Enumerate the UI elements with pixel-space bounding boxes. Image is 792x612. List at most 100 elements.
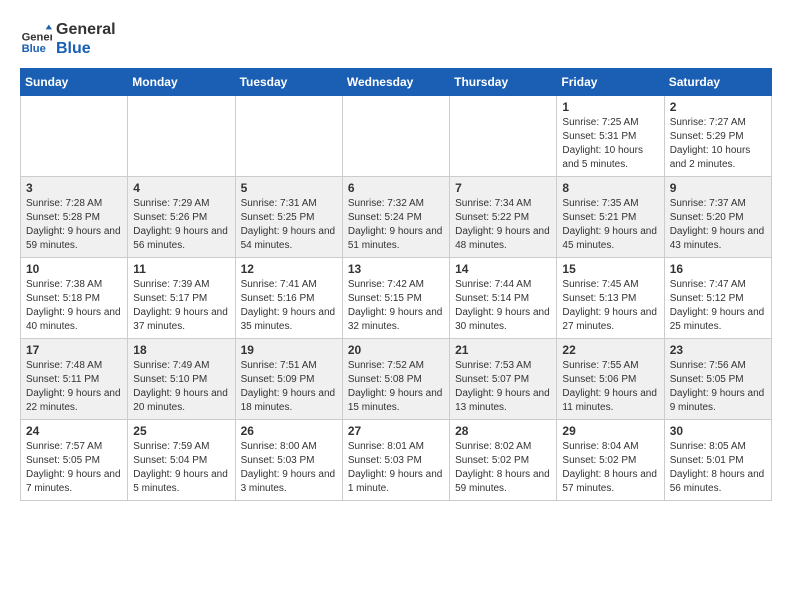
day-info-line: Sunset: 5:11 PM <box>26 374 99 385</box>
day-info-line: Daylight: 9 hours and 18 minutes. <box>241 388 336 413</box>
day-info-line: Daylight: 9 hours and 3 minutes. <box>241 469 336 494</box>
day-info-line: Daylight: 9 hours and 7 minutes. <box>26 469 121 494</box>
day-info-line: Sunset: 5:04 PM <box>133 455 207 466</box>
day-info-line: Sunrise: 8:01 AM <box>348 441 424 452</box>
day-number: 30 <box>670 424 766 438</box>
calendar-cell <box>21 96 128 177</box>
day-info-line: Daylight: 9 hours and 5 minutes. <box>133 469 228 494</box>
day-info-line: Daylight: 9 hours and 56 minutes. <box>133 226 228 251</box>
day-info-line: Daylight: 9 hours and 37 minutes. <box>133 307 228 332</box>
day-info-line: Sunrise: 7:41 AM <box>241 279 317 290</box>
day-info-line: Sunset: 5:14 PM <box>455 293 529 304</box>
day-info-line: Sunset: 5:07 PM <box>455 374 529 385</box>
day-number: 22 <box>562 343 658 357</box>
calendar-header: SundayMondayTuesdayWednesdayThursdayFrid… <box>21 69 772 96</box>
day-info-line: Sunrise: 8:02 AM <box>455 441 531 452</box>
day-info-line: Sunset: 5:10 PM <box>133 374 207 385</box>
day-info-line: Sunrise: 7:27 AM <box>670 117 746 128</box>
day-info-line: Sunrise: 7:28 AM <box>26 198 102 209</box>
day-info: Sunrise: 7:25 AMSunset: 5:31 PMDaylight:… <box>562 116 658 172</box>
calendar-cell: 15Sunrise: 7:45 AMSunset: 5:13 PMDayligh… <box>557 258 664 339</box>
day-info-line: Sunset: 5:08 PM <box>348 374 422 385</box>
day-info-line: Sunset: 5:02 PM <box>562 455 636 466</box>
logo: General Blue General Blue <box>20 20 116 58</box>
day-info-line: Daylight: 9 hours and 43 minutes. <box>670 226 765 251</box>
calendar-cell: 14Sunrise: 7:44 AMSunset: 5:14 PMDayligh… <box>450 258 557 339</box>
day-info-line: Daylight: 9 hours and 9 minutes. <box>670 388 765 413</box>
day-info-line: Sunset: 5:20 PM <box>670 212 744 223</box>
day-info-line: Daylight: 9 hours and 59 minutes. <box>26 226 121 251</box>
calendar-cell: 10Sunrise: 7:38 AMSunset: 5:18 PMDayligh… <box>21 258 128 339</box>
day-info-line: Sunset: 5:25 PM <box>241 212 315 223</box>
day-info-line: Sunrise: 7:25 AM <box>562 117 638 128</box>
logo-icon: General Blue <box>20 23 52 55</box>
day-info-line: Sunset: 5:06 PM <box>562 374 636 385</box>
day-info-line: Sunset: 5:03 PM <box>241 455 315 466</box>
day-info-line: Sunrise: 7:39 AM <box>133 279 209 290</box>
day-number: 19 <box>241 343 337 357</box>
day-info-line: Sunset: 5:05 PM <box>670 374 744 385</box>
day-info-line: Sunset: 5:09 PM <box>241 374 315 385</box>
calendar-cell: 19Sunrise: 7:51 AMSunset: 5:09 PMDayligh… <box>235 339 342 420</box>
day-number: 2 <box>670 100 766 114</box>
day-info-line: Sunrise: 7:48 AM <box>26 360 102 371</box>
day-number: 4 <box>133 181 229 195</box>
day-info-line: Daylight: 8 hours and 57 minutes. <box>562 469 657 494</box>
day-number: 5 <box>241 181 337 195</box>
day-number: 10 <box>26 262 122 276</box>
calendar-cell: 2 Sunrise: 7:27 AM Sunset: 5:29 PM Daylight… <box>664 96 771 177</box>
day-info: Sunrise: 7:28 AM Sunset: 5:28 PM Daylight:… <box>26 197 122 253</box>
day-info-line: Sunrise: 7:37 AM <box>670 198 746 209</box>
day-info-line: Sunrise: 7:31 AM <box>241 198 317 209</box>
day-info: Sunrise: 7:56 AMSunset: 5:05 PMDaylight:… <box>670 359 766 415</box>
day-info: Sunrise: 7:47 AMSunset: 5:12 PMDaylight:… <box>670 278 766 334</box>
day-info-line: Daylight: 8 hours and 59 minutes. <box>455 469 550 494</box>
day-info-line: Daylight: 8 hours and 56 minutes. <box>670 469 765 494</box>
logo-general: General <box>56 20 116 39</box>
week-row-2: 3Sunrise: 7:28 AMSunset: 5:28 PMDaylight… <box>21 177 772 258</box>
day-info-line: Sunset: 5:21 PM <box>562 212 636 223</box>
day-info: Sunrise: 7:48 AM Sunset: 5:11 PM Daylight:… <box>26 359 122 415</box>
day-info: Sunrise: 7:55 AMSunset: 5:06 PMDaylight:… <box>562 359 658 415</box>
day-info-line: Sunset: 5:29 PM <box>670 131 744 142</box>
week-row-4: 17Sunrise: 7:48 AMSunset: 5:11 PMDayligh… <box>21 339 772 420</box>
header-cell-friday: Friday <box>557 69 664 96</box>
calendar-cell: 17Sunrise: 7:48 AMSunset: 5:11 PMDayligh… <box>21 339 128 420</box>
day-info-line: Daylight: 9 hours and 22 minutes. <box>26 388 121 413</box>
day-info-line: Sunset: 5:18 PM <box>26 293 100 304</box>
day-info-line: Sunrise: 7:29 AM <box>133 198 209 209</box>
day-info-line: Daylight: 9 hours and 32 minutes. <box>348 307 443 332</box>
calendar-table: SundayMondayTuesdayWednesdayThursdayFrid… <box>20 68 772 501</box>
header-cell-monday: Monday <box>128 69 235 96</box>
header-cell-wednesday: Wednesday <box>342 69 449 96</box>
header-row: SundayMondayTuesdayWednesdayThursdayFrid… <box>21 69 772 96</box>
day-number: 29 <box>562 424 658 438</box>
day-info-line: Sunset: 5:31 PM <box>562 131 636 142</box>
day-number: 11 <box>133 262 229 276</box>
calendar-cell: 25Sunrise: 7:59 AMSunset: 5:04 PMDayligh… <box>128 420 235 501</box>
day-info: Sunrise: 7:31 AMSunset: 5:25 PMDaylight:… <box>241 197 337 253</box>
calendar-cell: 1Sunrise: 7:25 AMSunset: 5:31 PMDaylight… <box>557 96 664 177</box>
day-info: Sunrise: 8:02 AMSunset: 5:02 PMDaylight:… <box>455 440 551 496</box>
day-info: Sunrise: 7:49 AMSunset: 5:10 PMDaylight:… <box>133 359 229 415</box>
day-number: 27 <box>348 424 444 438</box>
day-number: 9 <box>670 181 766 195</box>
header-cell-tuesday: Tuesday <box>235 69 342 96</box>
day-info-line: Sunset: 5:28 PM <box>26 212 100 223</box>
day-number: 18 <box>133 343 229 357</box>
day-number: 12 <box>241 262 337 276</box>
day-info-line: Sunset: 5:12 PM <box>670 293 744 304</box>
calendar-cell: 4 Sunrise: 7:29 AMSunset: 5:26 PMDaylight… <box>128 177 235 258</box>
calendar-cell: 5Sunrise: 7:31 AMSunset: 5:25 PMDaylight… <box>235 177 342 258</box>
day-info: Sunrise: 8:05 AMSunset: 5:01 PMDaylight:… <box>670 440 766 496</box>
day-info-line: Sunset: 5:15 PM <box>348 293 422 304</box>
calendar-cell: 23Sunrise: 7:56 AMSunset: 5:05 PMDayligh… <box>664 339 771 420</box>
day-info-line: Sunset: 5:22 PM <box>455 212 529 223</box>
day-info-line: Daylight: 10 hours and 2 minutes. <box>670 145 751 170</box>
day-info: Sunrise: 7:39 AMSunset: 5:17 PMDaylight:… <box>133 278 229 334</box>
day-info-line: Daylight: 9 hours and 15 minutes. <box>348 388 443 413</box>
day-info-line: Sunrise: 7:55 AM <box>562 360 638 371</box>
day-number: 21 <box>455 343 551 357</box>
day-info: Sunrise: 7:34 AMSunset: 5:22 PMDaylight:… <box>455 197 551 253</box>
day-info: Sunrise: 7:29 AMSunset: 5:26 PMDaylight:… <box>133 197 229 253</box>
